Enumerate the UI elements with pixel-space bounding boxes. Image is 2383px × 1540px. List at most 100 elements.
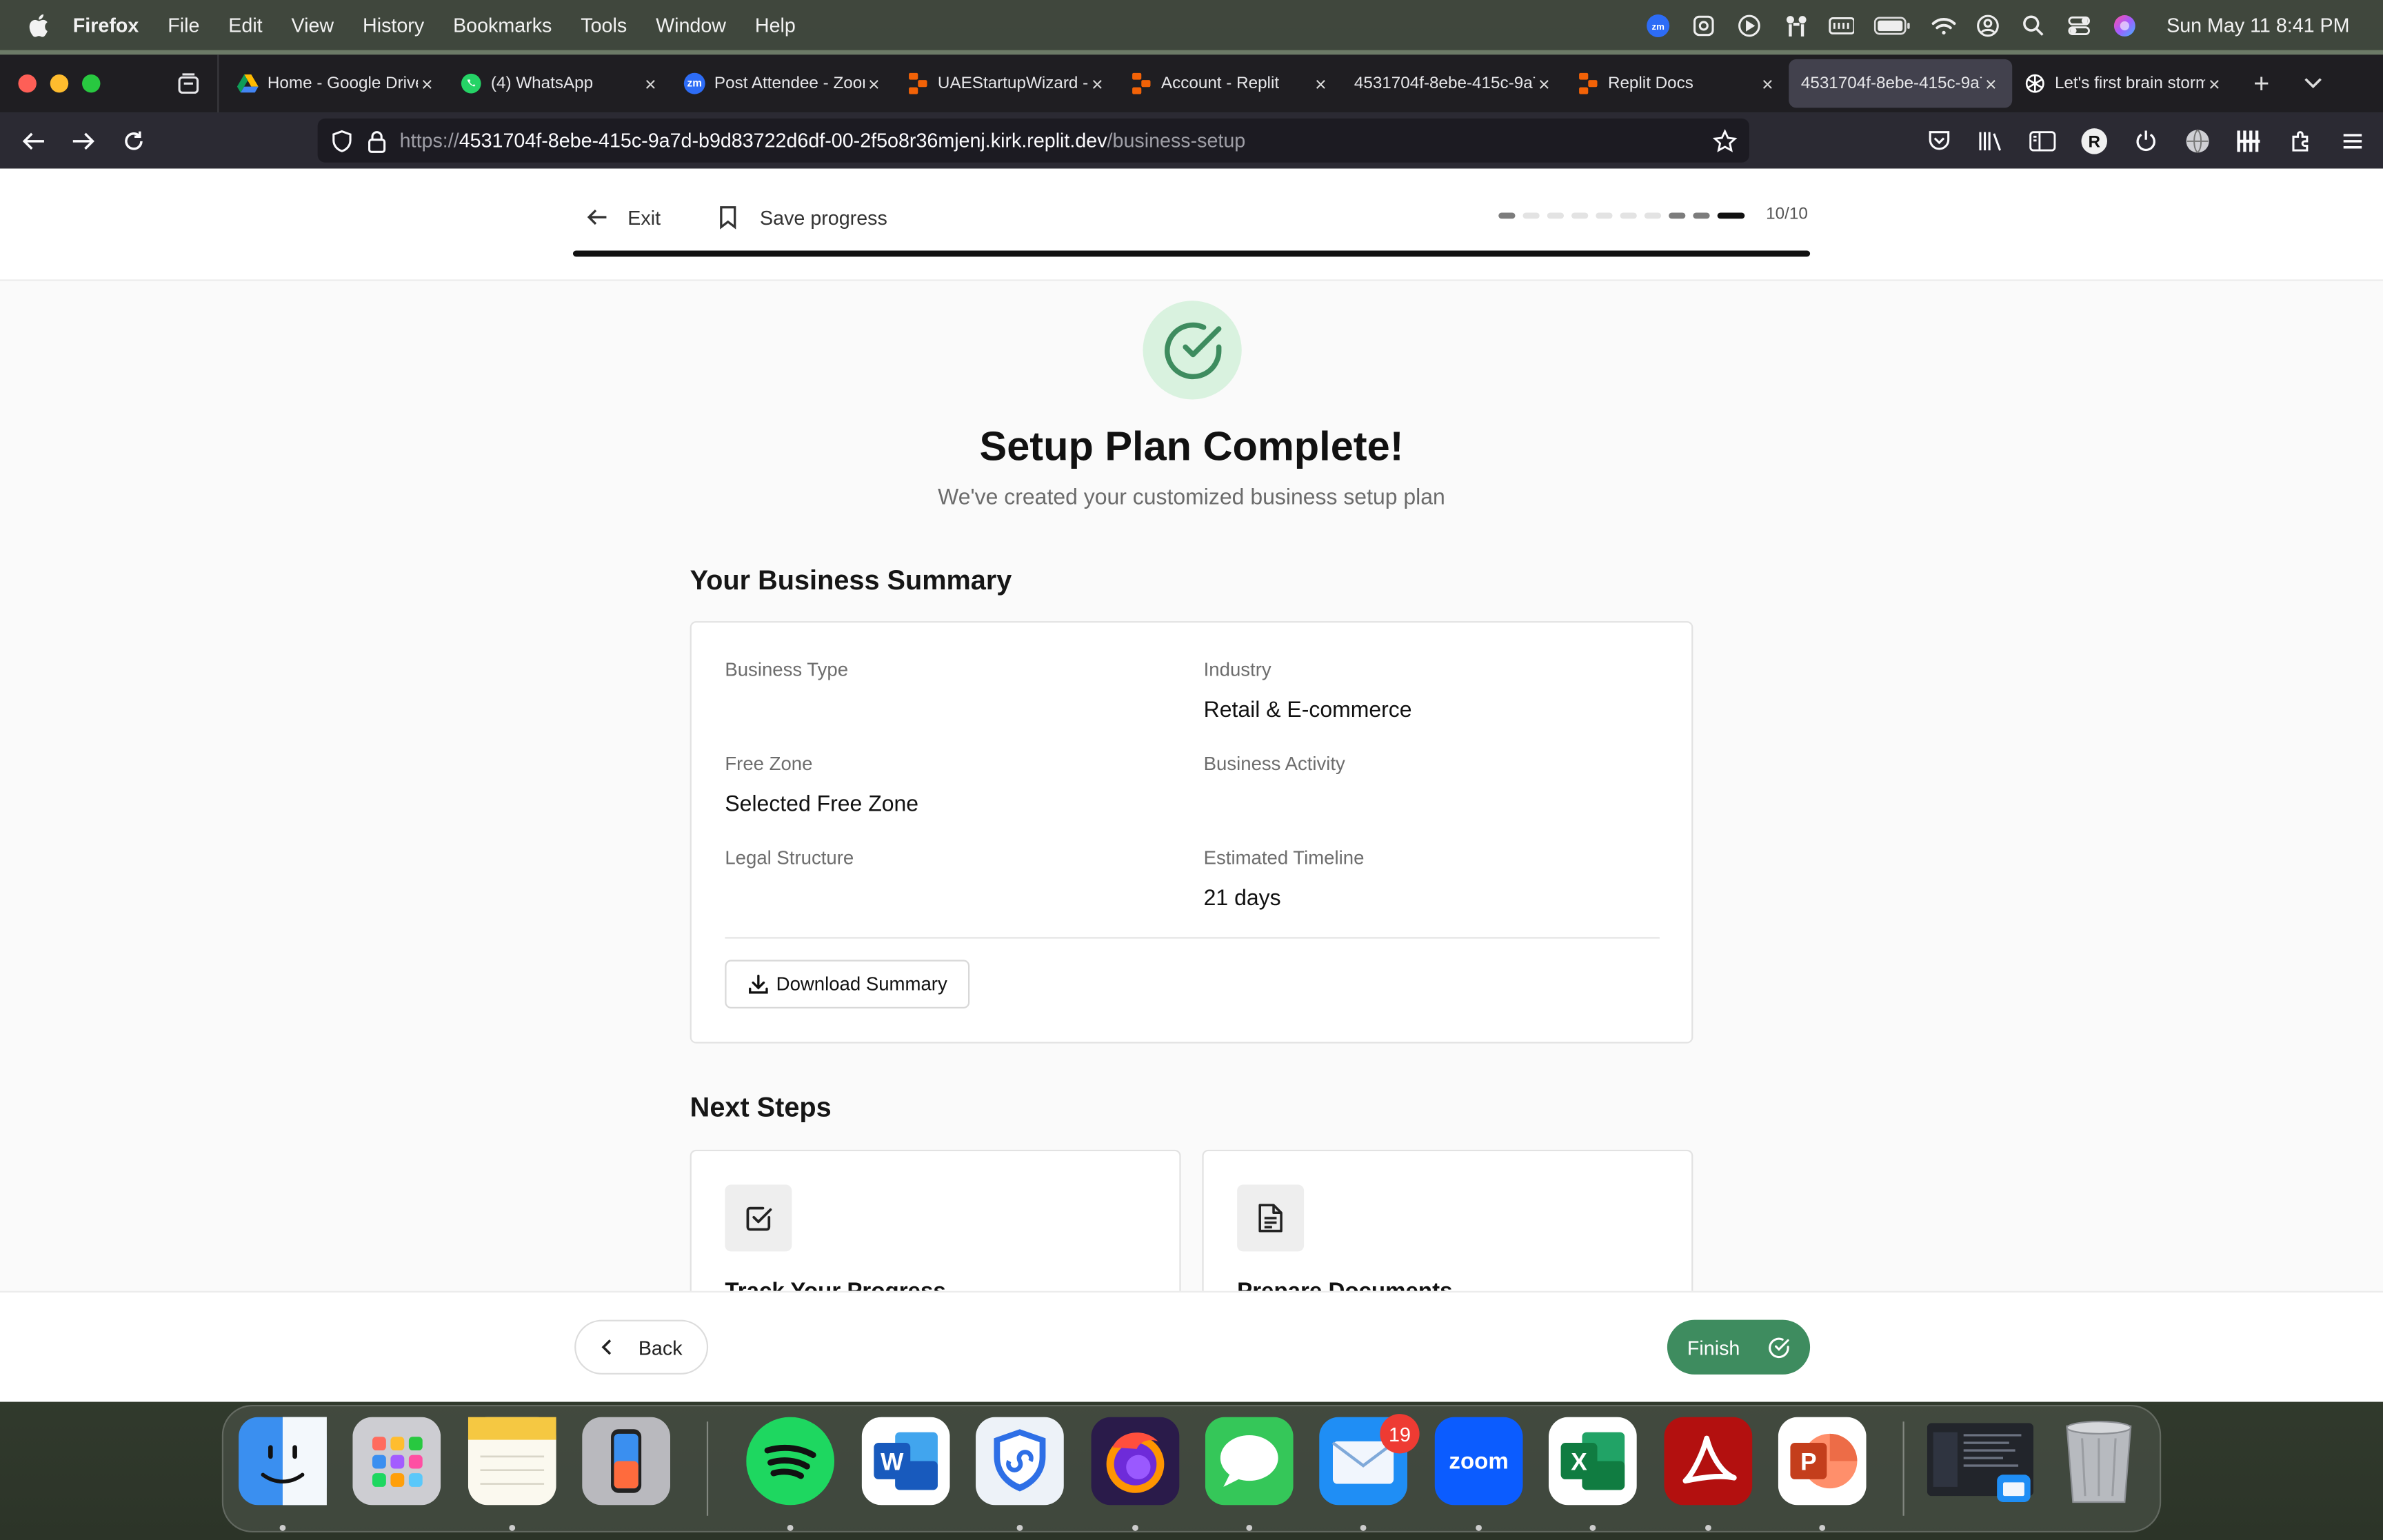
step-dot: [1644, 212, 1662, 219]
dock-app-messages[interactable]: [1205, 1417, 1294, 1510]
browser-tab[interactable]: 4531704f-8ebe-415c-9a7d ×: [1342, 59, 1565, 108]
dock-app-mail[interactable]: 19: [1319, 1414, 1420, 1510]
dock-app-iphone-mirroring[interactable]: [582, 1417, 671, 1510]
dock-app-trash[interactable]: [2055, 1421, 2143, 1510]
spotlight-search-icon[interactable]: [2020, 12, 2046, 38]
menu-help[interactable]: Help: [755, 14, 796, 37]
dock-app-word[interactable]: W: [861, 1417, 950, 1510]
power-extension-icon[interactable]: [2131, 125, 2161, 156]
browser-tab[interactable]: (4) WhatsApp ×: [448, 59, 672, 108]
browser-tab[interactable]: Replit Docs ×: [1565, 59, 1789, 108]
user-account-icon[interactable]: [1975, 12, 2000, 38]
menu-edit[interactable]: Edit: [228, 14, 262, 37]
dock-app-finder[interactable]: [239, 1417, 327, 1510]
tab-close-icon[interactable]: ×: [1982, 72, 2000, 95]
next-steps-heading: Next Steps: [690, 1092, 832, 1123]
field-value: 21 days: [1203, 886, 1281, 911]
menu-app-name[interactable]: Firefox: [73, 14, 139, 37]
menu-history[interactable]: History: [363, 14, 424, 37]
step-dot: [1547, 212, 1565, 219]
download-summary-button[interactable]: Download Summary: [725, 960, 970, 1009]
dock-app-launchpad[interactable]: [352, 1417, 441, 1510]
exit-button[interactable]: Exit: [587, 201, 661, 234]
divider: [725, 937, 1660, 939]
dock-app-spotify[interactable]: [746, 1417, 835, 1510]
siri-icon[interactable]: [2112, 12, 2138, 38]
tab-close-icon[interactable]: ×: [865, 72, 883, 95]
browser-tab-active[interactable]: 4531704f-8ebe-415c-9a7d ×: [1789, 59, 2013, 108]
window-zoom-button[interactable]: [82, 74, 101, 93]
url-text[interactable]: https://4531704f-8ebe-415c-9a7d-b9d83722…: [400, 129, 1246, 152]
browser-tab[interactable]: Let's first brain storm ×: [2012, 59, 2235, 108]
zoom-status-icon[interactable]: zm: [1645, 12, 1671, 38]
control-center-icon[interactable]: [2067, 12, 2092, 38]
finish-button[interactable]: Finish: [1667, 1319, 1811, 1375]
browser-tab[interactable]: Account - Replit ×: [1118, 59, 1342, 108]
menu-file[interactable]: File: [168, 14, 199, 37]
reload-button[interactable]: [108, 118, 158, 163]
browser-tab[interactable]: UAEStartupWizard - Replit×: [895, 59, 1118, 108]
tab-close-icon[interactable]: ×: [1758, 72, 1776, 95]
tips-icon[interactable]: [1782, 12, 1807, 38]
tracking-protection-shield-icon[interactable]: [330, 128, 354, 152]
library-icon[interactable]: [1975, 125, 2006, 156]
screen-capture-icon[interactable]: [1691, 12, 1716, 38]
menu-bookmarks[interactable]: Bookmarks: [453, 14, 552, 37]
window-minimize-button[interactable]: [50, 74, 69, 93]
svg-text:P: P: [1800, 1449, 1817, 1476]
tab-close-icon[interactable]: ×: [641, 72, 659, 95]
arrow-left-icon: [587, 209, 607, 225]
play-icon[interactable]: [1736, 12, 1762, 38]
pocket-icon[interactable]: [1924, 125, 1954, 156]
browser-tab[interactable]: zm Post Attendee - Zoom ×: [672, 59, 895, 108]
tab-close-icon[interactable]: ×: [1088, 72, 1106, 95]
word-icon: W: [861, 1417, 950, 1514]
tab-close-icon[interactable]: ×: [1535, 72, 1553, 95]
svg-text:R: R: [2088, 132, 2100, 151]
save-progress-button[interactable]: Save progress: [717, 201, 887, 234]
dock-app-acrobat[interactable]: [1664, 1417, 1753, 1510]
lock-icon[interactable]: [366, 128, 388, 152]
dock-app-zoom[interactable]: zoom: [1434, 1417, 1523, 1510]
menu-window[interactable]: Window: [656, 14, 726, 37]
new-tab-button[interactable]: +: [2235, 68, 2287, 99]
tab-close-icon[interactable]: ×: [1311, 72, 1329, 95]
hamburger-menu-icon[interactable]: [2337, 125, 2368, 156]
apple-menu-icon[interactable]: [28, 13, 49, 37]
forward-nav-button[interactable]: [58, 118, 108, 163]
sidebar-toggle-icon[interactable]: [2027, 125, 2058, 156]
bookmark-star-icon[interactable]: [1713, 128, 1738, 152]
dock-app-vpn-shield[interactable]: [976, 1417, 1064, 1510]
dock-app-powerpoint[interactable]: P: [1778, 1417, 1867, 1510]
back-nav-button[interactable]: [8, 118, 58, 163]
replit-icon: [907, 72, 929, 94]
globe-extension-icon[interactable]: [2182, 125, 2213, 156]
dock-app-window-thumbnail[interactable]: [1927, 1421, 2034, 1510]
menu-tools[interactable]: Tools: [581, 14, 627, 37]
menubar-clock[interactable]: Sun May 11 8:41 PM: [2166, 14, 2349, 37]
dock-running-indicator: [1132, 1525, 1138, 1531]
bookmark-icon: [720, 206, 736, 230]
dock-app-excel[interactable]: X: [1548, 1417, 1637, 1510]
business-summary-card: Business Type Industry Retail & E-commer…: [690, 621, 1693, 1044]
url-bar[interactable]: https://4531704f-8ebe-415c-9a7d-b9d83722…: [317, 118, 1749, 163]
list-all-tabs-button[interactable]: [2287, 76, 2339, 91]
extensions-puzzle-icon[interactable]: [2286, 125, 2316, 156]
extension-r-icon[interactable]: R: [2079, 125, 2109, 156]
keyboard-icon[interactable]: [1828, 12, 1854, 38]
back-button[interactable]: Back: [574, 1319, 709, 1375]
browser-nav-bar: https://4531704f-8ebe-415c-9a7d-b9d83722…: [0, 112, 2383, 169]
tab-close-icon[interactable]: ×: [418, 72, 436, 95]
wifi-icon[interactable]: [1929, 12, 1955, 38]
reload-icon: [124, 130, 142, 150]
menu-view[interactable]: View: [292, 14, 334, 37]
battery-icon[interactable]: [1873, 12, 1910, 38]
browser-tab[interactable]: Home - Google Drive ×: [225, 59, 448, 108]
dock-app-notes[interactable]: [467, 1417, 556, 1510]
firefox-view-button[interactable]: [158, 54, 219, 113]
tab-close-icon[interactable]: ×: [2205, 72, 2223, 95]
wizard-footer: Back Finish: [0, 1290, 2383, 1402]
window-close-button[interactable]: [18, 74, 37, 93]
dock-app-firefox[interactable]: [1091, 1417, 1180, 1510]
bars-extension-icon[interactable]: [2234, 125, 2264, 156]
